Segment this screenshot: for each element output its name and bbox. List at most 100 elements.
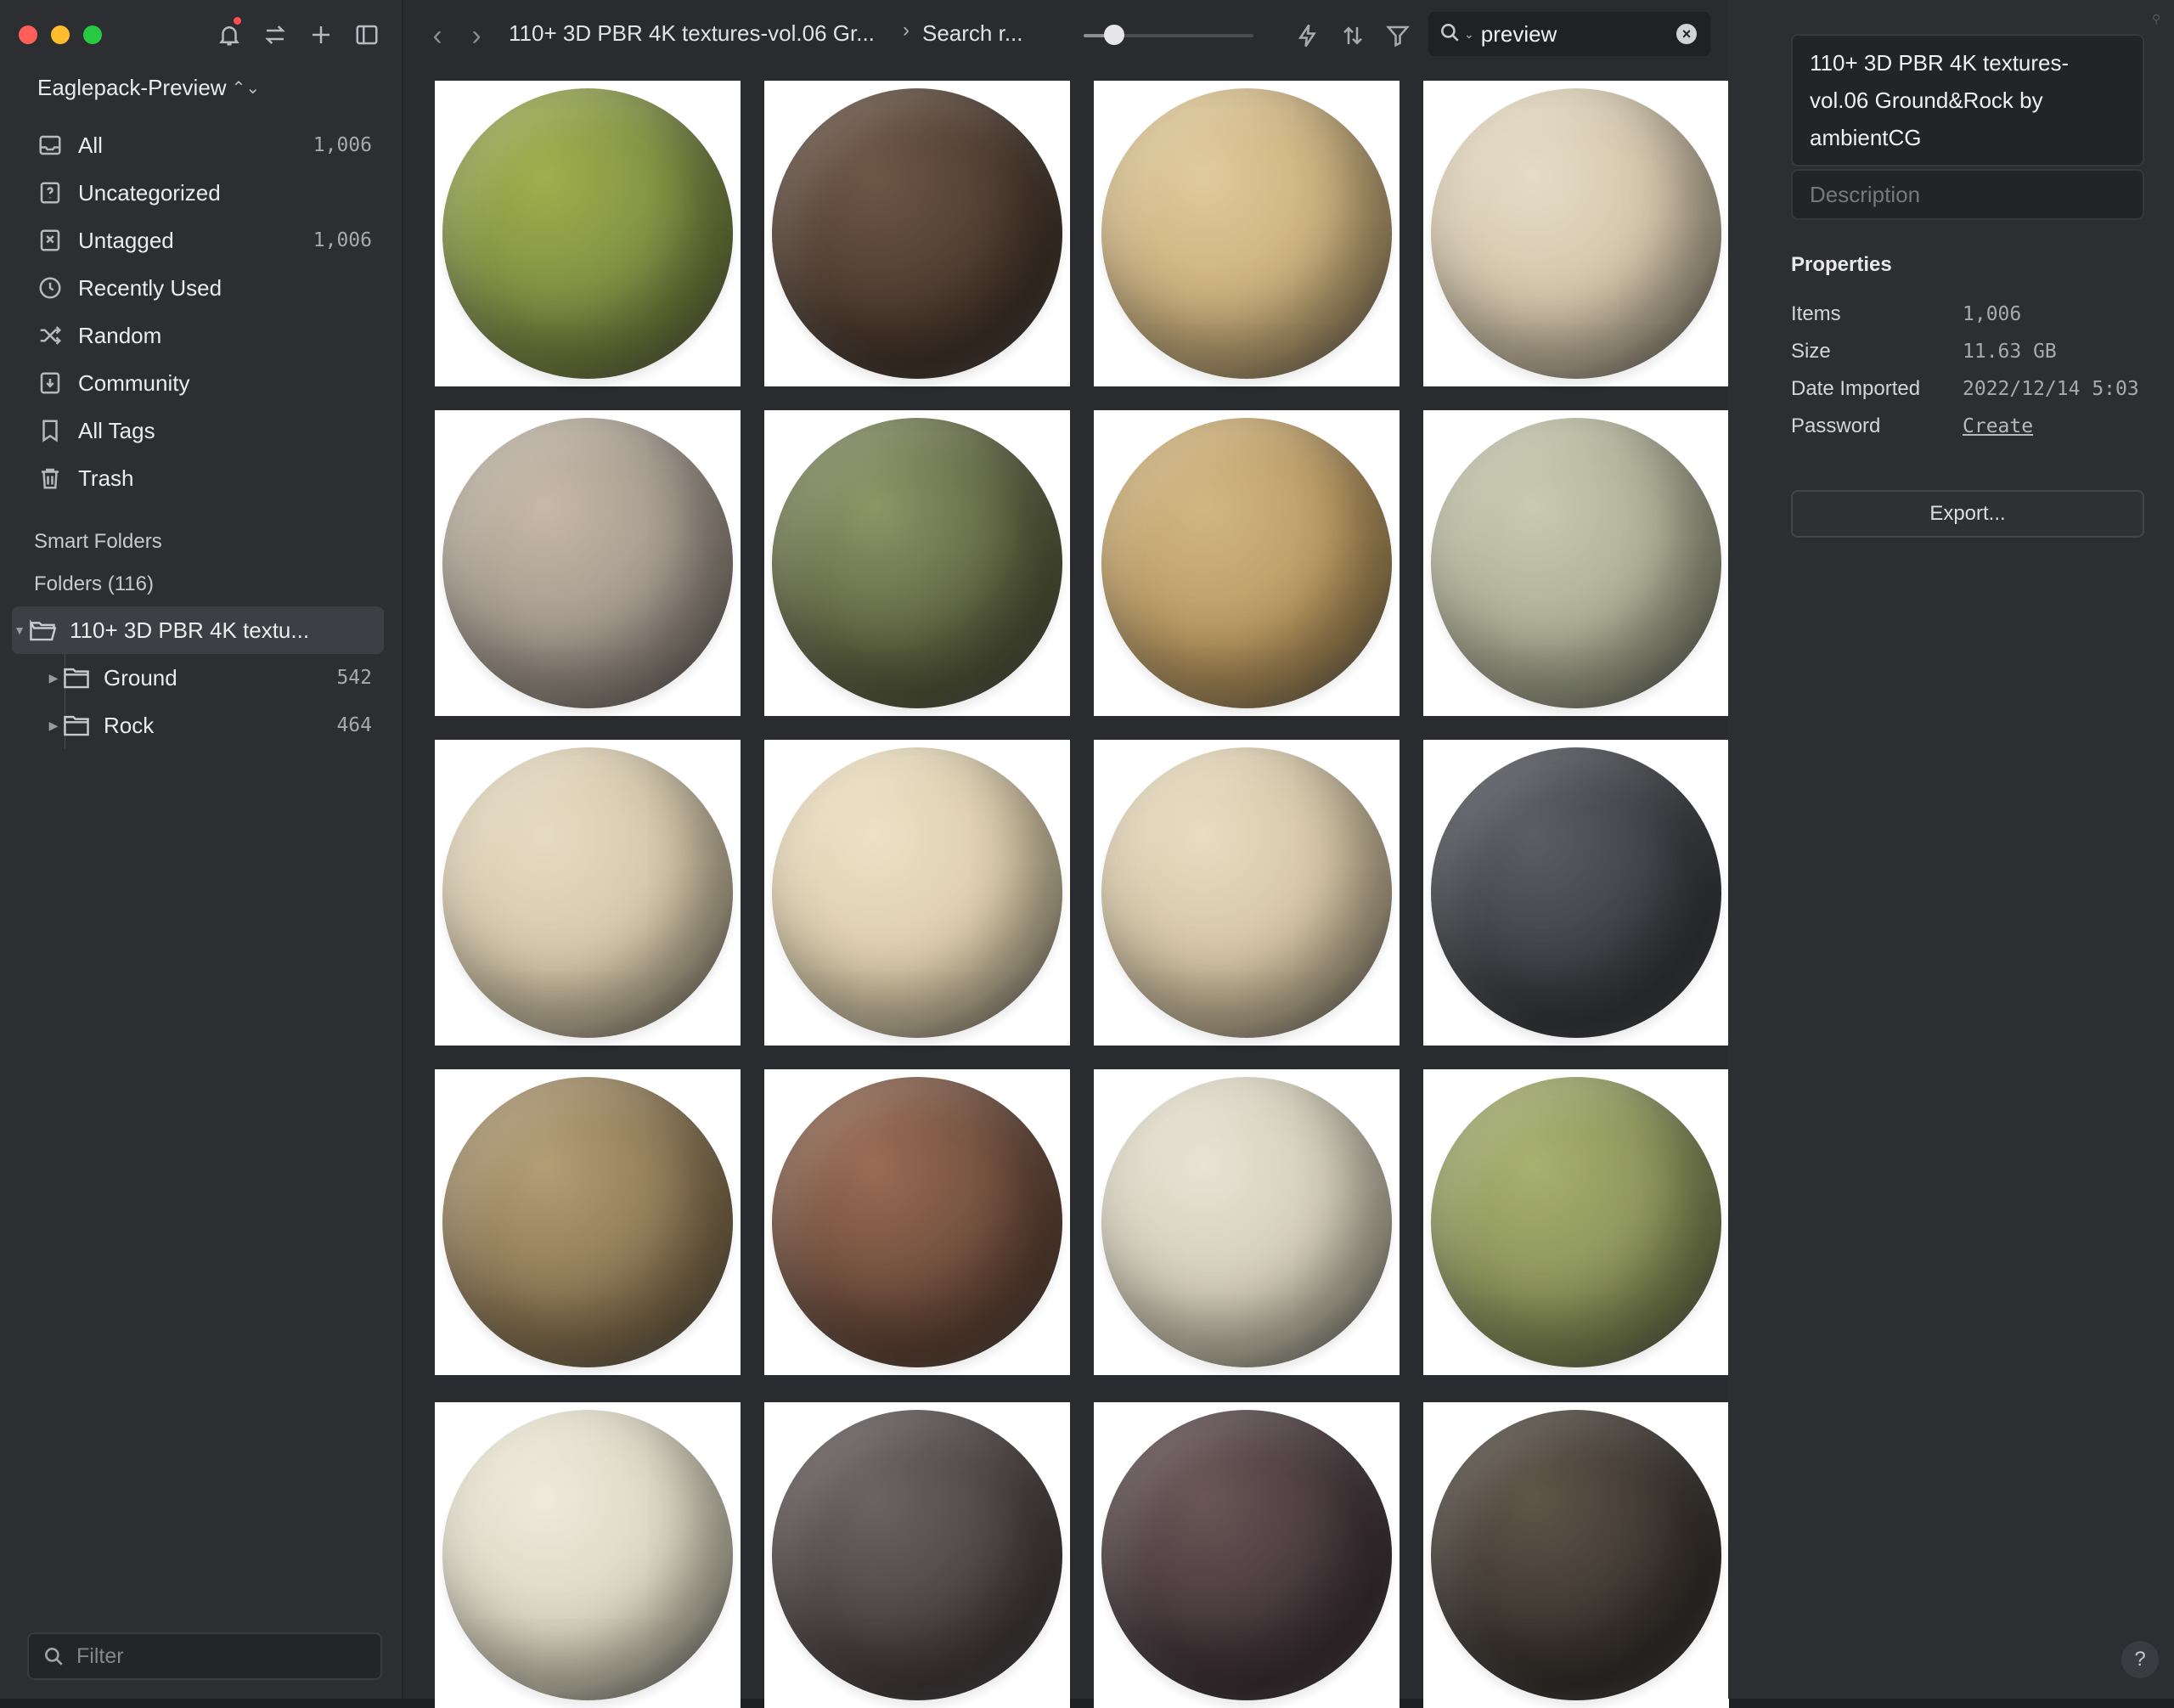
zoom-slider-handle[interactable] [1104,25,1124,45]
thumbnail-item[interactable] [764,410,1070,716]
thumbnail-item[interactable] [1094,1069,1400,1375]
folder-item-ground[interactable]: ▶ Ground 542 [24,654,384,702]
property-value: 1,006 [1963,303,2022,325]
folder-count: 542 [336,667,372,689]
expand-chevron-icon[interactable]: ▶ [46,671,61,685]
thumbnail-item[interactable] [1423,740,1729,1046]
texture-preview-sphere [442,747,733,1038]
quick-action-button[interactable] [1291,19,1325,53]
thumbnail-item[interactable] [435,1402,741,1708]
property-key: Size [1791,340,1831,363]
sidebar-item-untagged[interactable]: Untagged 1,006 [24,217,380,264]
folder-title-field[interactable]: 110+ 3D PBR 4K textures-vol.06 Ground&Ro… [1791,34,2144,166]
property-items: Items 1,006 [1791,299,2165,330]
expand-chevron-icon[interactable]: ▶ [46,719,61,733]
breadcrumb-folder[interactable]: 110+ 3D PBR 4K textures-vol.06 Gr... [509,20,875,47]
thumbnail-item[interactable] [435,81,741,386]
sidebar-item-all[interactable]: All 1,006 [24,121,380,169]
sidebar-item-label: Trash [78,465,134,491]
texture-preview-sphere [442,418,733,708]
texture-preview-sphere [1431,1410,1721,1700]
sidebar-item-label: All [78,132,103,158]
sidebar-nav: All 1,006 Uncategorized Untagged 1,006 R… [24,121,380,502]
texture-preview-sphere [1101,88,1392,379]
thumbnail-item[interactable] [1423,81,1729,386]
funnel-icon [1385,25,1411,48]
search-icon [1441,23,1459,42]
texture-preview-sphere [1431,88,1721,379]
sidebar-item-uncategorized[interactable]: Uncategorized [24,169,380,217]
filter-input[interactable]: Filter [27,1632,382,1680]
sidebar-item-label: Uncategorized [78,179,221,206]
sidebar-item-all-tags[interactable]: All Tags [24,407,380,454]
thumbnail-item[interactable] [1094,740,1400,1046]
thumbnail-item[interactable] [1423,410,1729,716]
thumbnail-item[interactable] [1094,81,1400,386]
texture-preview-sphere [442,1077,733,1367]
library-name: Eaglepack-Preview [37,75,227,100]
sidebar-item-label: Random [78,322,162,348]
clock-icon [39,277,61,299]
sidebar-item-random[interactable]: Random [24,312,380,359]
sidebar-item-count: 1,006 [313,134,372,156]
download-box-icon [40,372,60,394]
sync-button[interactable] [258,17,292,53]
help-button[interactable]: ? [2121,1641,2159,1678]
thumbnail-item[interactable] [435,410,741,716]
minimize-window-button[interactable] [51,25,70,44]
search-scope-chevron-icon[interactable]: ⌄ [1464,27,1474,42]
folder-tree: ▼ 110+ 3D PBR 4K textu... ▶ Ground 542 ▶… [12,606,384,749]
toggle-sidebar-button[interactable] [350,17,384,53]
swap-arrows-icon [265,25,285,44]
thumbnail-item[interactable] [764,1402,1070,1708]
inbox-icon [39,135,61,155]
sidebar-item-community[interactable]: Community [24,359,380,407]
folder-item-root[interactable]: ▼ 110+ 3D PBR 4K textu... [12,606,384,654]
back-button[interactable]: ‹ [424,19,451,53]
thumbnail-item[interactable] [1094,410,1400,716]
main-toolbar: ‹ › 110+ 3D PBR 4K textures-vol.06 Gr...… [403,0,1726,71]
thumbnail-item[interactable] [764,81,1070,386]
close-window-button[interactable] [19,25,37,44]
thumbnail-item[interactable] [764,1069,1070,1375]
sort-button[interactable] [1336,19,1370,53]
create-password-link[interactable]: Create [1963,415,2033,437]
folder-item-rock[interactable]: ▶ Rock 464 [24,702,384,749]
bookmark-icon [42,420,58,443]
pin-icon[interactable]: ⚲ [2152,12,2164,25]
notification-badge [234,17,241,25]
clear-search-button[interactable]: × [1676,24,1697,44]
thumbnail-item[interactable] [435,740,741,1046]
thumbnail-item[interactable] [1094,1402,1400,1708]
add-button[interactable] [304,17,338,53]
chevron-left-icon: ‹ [432,19,442,52]
search-value[interactable]: preview [1481,21,1676,48]
thumbnail-item[interactable] [435,1069,741,1375]
thumbnail-item[interactable] [764,740,1070,1046]
expand-chevron-icon[interactable]: ▼ [12,623,27,637]
export-button[interactable]: Export... [1791,490,2144,538]
thumbnail-item[interactable] [1423,1402,1729,1708]
library-switcher[interactable]: Eaglepack-Preview ⌃⌄ [37,75,260,101]
property-key: Password [1791,414,1881,437]
search-input[interactable]: ⌄ preview × [1428,12,1710,56]
smart-folders-header[interactable]: Smart Folders [34,530,162,554]
chevron-right-icon: › [471,19,482,52]
zoom-slider[interactable] [1084,25,1253,45]
sidebar-item-label: Recently Used [78,274,222,301]
sidebar-toolbar [212,17,384,53]
notifications-button[interactable] [212,17,246,53]
folders-header[interactable]: Folders (116) [34,572,154,596]
open-folder-icon [30,618,56,641]
texture-preview-sphere [1101,418,1392,708]
sidebar-item-trash[interactable]: Trash [24,454,380,502]
forward-button[interactable]: › [463,19,490,53]
texture-preview-sphere [1431,1077,1721,1367]
breadcrumb-search[interactable]: Search r... [922,20,1023,47]
filter-button[interactable] [1381,19,1415,53]
thumbnail-item[interactable] [1423,1069,1729,1375]
zoom-window-button[interactable] [83,25,102,44]
sidebar-item-recently-used[interactable]: Recently Used [24,264,380,312]
description-field[interactable]: Description [1791,169,2144,220]
folder-label: 110+ 3D PBR 4K textu... [70,617,310,643]
